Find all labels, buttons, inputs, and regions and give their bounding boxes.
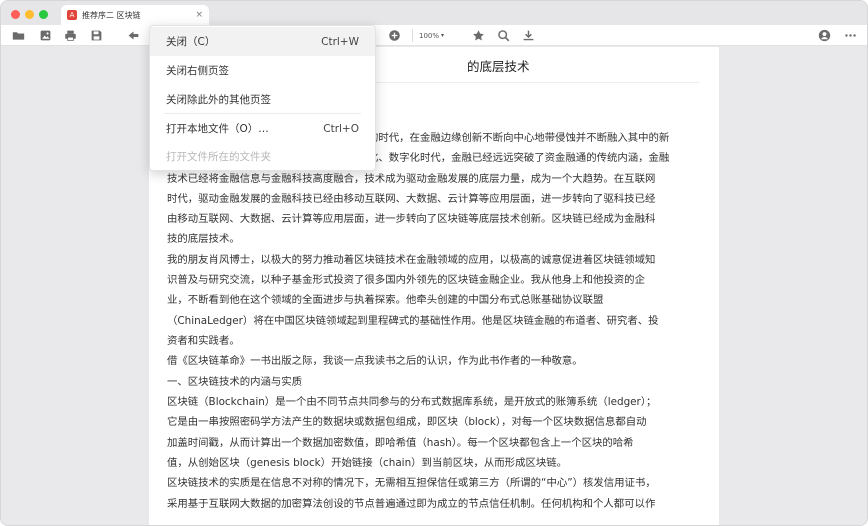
folder-open-icon[interactable] [12, 29, 25, 42]
menu-item-label: 关闭右侧页签 [166, 65, 229, 77]
menu-item-shortcut: Ctrl+W [321, 35, 359, 48]
paragraph-line: 我的朋友肖风博士，以极大的努力推动着区块链技术在金融领域的应用，以极高的诚意促进… [167, 254, 656, 266]
title-bar: A 推荐序二 区块链 × [1, 1, 867, 25]
menu-item-label: 关闭除此外的其他页签 [166, 94, 271, 106]
menu-item-close-right-tabs[interactable]: 关闭右侧页签 [150, 56, 375, 85]
menu-item-close-other-tabs[interactable]: 关闭除此外的其他页签 [150, 85, 375, 114]
paragraph-line: 它是由一串按照密码学方法产生的数据块或数据包组成，即区块（block），对每一个… [167, 416, 647, 428]
star-icon[interactable] [472, 29, 485, 42]
menu-item-label: 打开文件所在的文件夹 [166, 151, 271, 163]
paragraph-line: 资者和实践者。 [167, 335, 240, 347]
paragraph-line: 借《区块链革命》一书出版之际，我谈一点我读书之后的认识，作为此书作者的一种敬意。 [167, 355, 583, 367]
tab-document[interactable]: A 推荐序二 区块链 × [61, 5, 209, 25]
paragraph-line: （ChinaLedger）将在中国区块链领域起到里程碑式的基础性作用。他是区块链… [167, 315, 659, 327]
document-viewport[interactable]: 的底层技术 的时代，在金融边缘创新不断向中心地带侵蚀并不断融入其中的新 化、数字… [1, 47, 867, 525]
print-icon[interactable] [64, 29, 77, 42]
menu-item-open-local-file[interactable]: 打开本地文件（O）… Ctrl+O [150, 114, 375, 143]
menu-item-shortcut: Ctrl+O [323, 122, 359, 135]
download-icon[interactable] [522, 29, 535, 42]
zoom-in-icon[interactable] [388, 29, 401, 42]
search-icon[interactable] [497, 29, 510, 42]
user-avatar-icon[interactable] [818, 29, 831, 42]
menu-item-open-containing-folder: 打开文件所在的文件夹 [150, 142, 375, 171]
menu-item-label: 打开本地文件（O）… [166, 123, 269, 135]
app-window: A 推荐序二 区块链 × 100% ▾ 的底层技术 的时代，在金融边缘创新不断向… [0, 0, 868, 526]
paragraph-line: 值，从创始区块（genesis block）开始链接（chain）到当前区块，从… [167, 457, 568, 469]
zoom-select[interactable]: 100% ▾ [412, 29, 444, 42]
pdf-file-icon: A [67, 10, 77, 20]
menu-item-close[interactable]: 关闭（C） Ctrl+W [150, 27, 375, 56]
back-arrow-icon[interactable] [127, 29, 140, 42]
tab-title: 推荐序二 区块链 [82, 10, 141, 20]
paragraph-line: 技的底层技术。 [167, 233, 240, 245]
paragraph-line: 采用基于互联网大数据的加密算法创设的节点普遍通过即为成立的节点信任机制。任何机构… [167, 498, 656, 510]
save-icon[interactable] [90, 29, 103, 42]
window-close-button[interactable] [11, 10, 20, 19]
window-maximize-button[interactable] [39, 10, 48, 19]
paragraph-line: 业，不断看到他在这个领域的全面进步与执着探索。他牵头创建的中国分布式总账基础协议… [167, 294, 604, 306]
more-options-icon[interactable] [844, 29, 857, 42]
chevron-down-icon: ▾ [441, 32, 445, 39]
toolbar: 100% ▾ [1, 25, 867, 46]
window-minimize-button[interactable] [25, 10, 34, 19]
zoom-value: 100% [419, 31, 440, 40]
menu-item-label: 关闭（C） [166, 36, 216, 48]
tab-close-icon[interactable]: × [195, 9, 203, 21]
paragraph-line: 技术已经将金融信息与金融科技高度融合，技术成为驱动金融发展的底层力量，成为一个大… [167, 173, 656, 185]
paragraph-line: 区块链（Blockchain）是一个由不同节点共同参与的分布式数据库系统，是开放… [167, 396, 657, 408]
tab-context-menu: 关闭（C） Ctrl+W 关闭右侧页签 关闭除此外的其他页签 打开本地文件（O）… [149, 25, 376, 171]
paragraph-line: 识普及与研究交流，以种子基金形式投资了很多国内外领先的区块链金融企业。我从他身上… [167, 274, 645, 286]
paragraph-line: 区块链技术的实质是在信息不对称的情况下，无需相互担保信任或第三方（所谓的“中心”… [167, 477, 656, 489]
document-heading: 的底层技术 [467, 59, 530, 74]
paragraph-line: 由移动互联网、大数据、云计算等应用层面，进一步转向了区块链等底层技术创新。区块链… [167, 213, 656, 225]
paragraph-line: 时代，驱动金融发展的金融科技已经由移动互联网、大数据、云计算等应用层面，进一步转… [167, 193, 656, 205]
image-icon[interactable] [39, 29, 52, 42]
paragraph-line: 加盖时间戳，从而计算出一个数据加密数值，即哈希值（hash）。每一个区块都包含上… [167, 437, 634, 449]
section-heading: 一、区块链技术的内涵与实质 [167, 376, 303, 388]
